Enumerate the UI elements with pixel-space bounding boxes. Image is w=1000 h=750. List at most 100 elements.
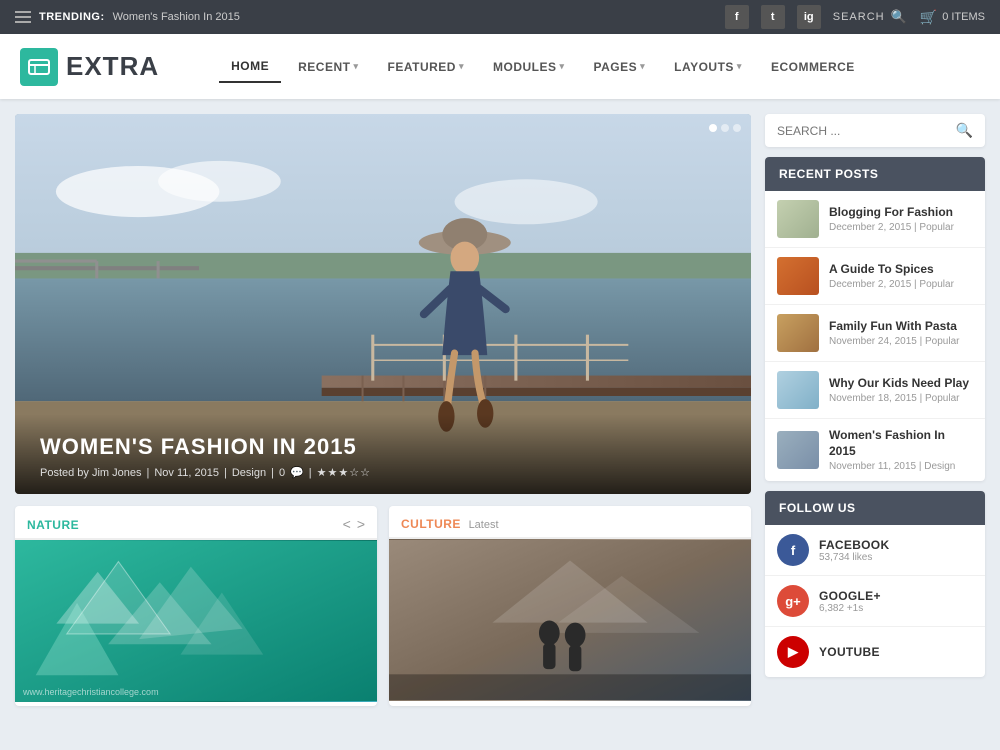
post-title-3: Family Fun With Pasta bbox=[829, 319, 973, 335]
culture-card-header: CULTURE Latest bbox=[389, 506, 751, 539]
nav-featured[interactable]: FEATURED ▾ bbox=[376, 52, 476, 82]
sidebar-search-icon: 🔍 bbox=[956, 122, 973, 139]
hero-posted: Posted by Jim Jones bbox=[40, 467, 142, 479]
post-meta-2: December 2, 2015 | Popular bbox=[829, 279, 973, 290]
culture-card-image: ▶ bbox=[389, 539, 751, 701]
hero-dot-2[interactable] bbox=[721, 124, 729, 132]
recent-posts-section: RECENT POSTS Blogging For Fashion Decemb… bbox=[765, 157, 985, 481]
watermark: www.heritagechristiancollege.com bbox=[23, 687, 159, 697]
logo[interactable]: EXTRA bbox=[20, 48, 159, 86]
facebook-top-icon[interactable]: f bbox=[725, 5, 749, 29]
nav-home[interactable]: HOME bbox=[219, 51, 281, 83]
hero-title: WOMEN'S FASHION IN 2015 bbox=[40, 434, 726, 460]
recent-post-4[interactable]: Why Our Kids Need Play November 18, 2015… bbox=[765, 362, 985, 419]
post-thumb-1 bbox=[777, 200, 819, 238]
youtube-info: YOUTUBE bbox=[819, 645, 880, 659]
content-area: WOMEN'S FASHION IN 2015 Posted by Jim Jo… bbox=[15, 114, 751, 735]
culture-category: CULTURE bbox=[401, 517, 461, 531]
post-thumb-fashion bbox=[777, 200, 819, 238]
post-info-2: A Guide To Spices December 2, 2015 | Pop… bbox=[829, 262, 973, 291]
post-thumb-5 bbox=[777, 431, 819, 469]
nav-modules[interactable]: MODULES ▾ bbox=[481, 52, 577, 82]
post-title-1: Blogging For Fashion bbox=[829, 205, 973, 221]
googleplus-name: GOOGLE+ bbox=[819, 589, 881, 603]
post-title-5: Women's Fashion In 2015 bbox=[829, 428, 973, 459]
post-thumb-spices bbox=[777, 257, 819, 295]
top-bar-right: f t ig SEARCH 🔍 🛒 0 ITEMS bbox=[725, 5, 985, 29]
hero-separator4: | bbox=[309, 467, 312, 479]
sidebar-search-input[interactable] bbox=[777, 124, 950, 138]
follow-googleplus[interactable]: g+ GOOGLE+ 6,382 +1s bbox=[765, 576, 985, 627]
nav-layouts[interactable]: LAYOUTS ▾ bbox=[662, 52, 754, 82]
header: EXTRA HOME RECENT ▾ FEATURED ▾ MODULES ▾… bbox=[0, 34, 1000, 99]
trending-label: TRENDING: bbox=[39, 11, 105, 23]
hero-separator3: | bbox=[271, 467, 274, 479]
follow-facebook[interactable]: f FACEBOOK 53,734 likes bbox=[765, 525, 985, 576]
nature-card: NATURE < > bbox=[15, 506, 377, 706]
twitter-top-icon[interactable]: t bbox=[761, 5, 785, 29]
logo-text: EXTRA bbox=[66, 51, 159, 82]
nature-prev-icon[interactable]: < bbox=[343, 516, 351, 532]
follow-youtube[interactable]: ▶ YOUTUBE bbox=[765, 627, 985, 677]
nature-card-nav[interactable]: < > bbox=[343, 516, 365, 532]
facebook-count: 53,734 likes bbox=[819, 552, 889, 563]
post-meta-5: November 11, 2015 | Design bbox=[829, 461, 973, 472]
recent-post-3[interactable]: Family Fun With Pasta November 24, 2015 … bbox=[765, 305, 985, 362]
hero-separator1: | bbox=[147, 467, 150, 479]
post-title-4: Why Our Kids Need Play bbox=[829, 376, 973, 392]
hero-dot-3[interactable] bbox=[733, 124, 741, 132]
nature-card-image: www.heritagechristiancollege.com bbox=[15, 540, 377, 702]
hero-dots bbox=[709, 124, 741, 132]
hero-meta: Posted by Jim Jones | Nov 11, 2015 | Des… bbox=[40, 466, 726, 479]
cart-label: 0 ITEMS bbox=[942, 11, 985, 23]
nav-pages[interactable]: PAGES ▾ bbox=[582, 52, 658, 82]
post-title-2: A Guide To Spices bbox=[829, 262, 973, 278]
hero-dot-1[interactable] bbox=[709, 124, 717, 132]
nav-recent[interactable]: RECENT ▾ bbox=[286, 52, 370, 82]
follow-header: FOLLOW US bbox=[765, 491, 985, 525]
googleplus-count: 6,382 +1s bbox=[819, 603, 881, 614]
recent-post-2[interactable]: A Guide To Spices December 2, 2015 | Pop… bbox=[765, 248, 985, 305]
main-layout: WOMEN'S FASHION IN 2015 Posted by Jim Jo… bbox=[0, 99, 1000, 750]
trending-text: Women's Fashion In 2015 bbox=[113, 11, 240, 23]
nav-ecommerce[interactable]: ECOMMERCE bbox=[759, 52, 867, 82]
cart-icon: 🛒 bbox=[920, 9, 937, 26]
main-nav: HOME RECENT ▾ FEATURED ▾ MODULES ▾ PAGES… bbox=[219, 51, 867, 83]
post-thumb-4 bbox=[777, 371, 819, 409]
cart-area[interactable]: 🛒 0 ITEMS bbox=[920, 9, 985, 26]
hero-date: Nov 11, 2015 bbox=[154, 467, 219, 479]
post-thumb-2 bbox=[777, 257, 819, 295]
nature-category: NATURE bbox=[27, 518, 79, 532]
nature-next-icon[interactable]: > bbox=[357, 516, 365, 532]
recent-posts-header: RECENT POSTS bbox=[765, 157, 985, 191]
hero-separator2: | bbox=[224, 467, 227, 479]
facebook-name: FACEBOOK bbox=[819, 538, 889, 552]
sidebar: 🔍 RECENT POSTS Blogging For Fashion Dece… bbox=[765, 114, 985, 735]
top-search[interactable]: SEARCH 🔍 bbox=[833, 9, 908, 25]
top-bar-left: TRENDING: Women's Fashion In 2015 bbox=[15, 11, 240, 23]
hero-stars: ★★★☆☆ bbox=[317, 466, 371, 479]
hero-slider: WOMEN'S FASHION IN 2015 Posted by Jim Jo… bbox=[15, 114, 751, 494]
nature-card-header: NATURE < > bbox=[15, 506, 377, 540]
facebook-info: FACEBOOK 53,734 likes bbox=[819, 538, 889, 563]
post-info-3: Family Fun With Pasta November 24, 2015 … bbox=[829, 319, 973, 348]
instagram-top-icon[interactable]: ig bbox=[797, 5, 821, 29]
post-meta-1: December 2, 2015 | Popular bbox=[829, 222, 973, 233]
logo-icon bbox=[20, 48, 58, 86]
search-label: SEARCH bbox=[833, 11, 885, 23]
youtube-name: YOUTUBE bbox=[819, 645, 880, 659]
recent-post-5[interactable]: Women's Fashion In 2015 November 11, 201… bbox=[765, 419, 985, 481]
hero-comments: 0 bbox=[279, 467, 285, 479]
post-meta-3: November 24, 2015 | Popular bbox=[829, 336, 973, 347]
hero-category: Design bbox=[232, 467, 266, 479]
hamburger-menu[interactable] bbox=[15, 11, 31, 23]
post-info-5: Women's Fashion In 2015 November 11, 201… bbox=[829, 428, 973, 472]
recent-post-1[interactable]: Blogging For Fashion December 2, 2015 | … bbox=[765, 191, 985, 248]
culture-card: CULTURE Latest bbox=[389, 506, 751, 706]
cards-row: NATURE < > bbox=[15, 506, 751, 706]
culture-category-area: CULTURE Latest bbox=[401, 516, 499, 531]
googleplus-info: GOOGLE+ 6,382 +1s bbox=[819, 589, 881, 614]
sidebar-search[interactable]: 🔍 bbox=[765, 114, 985, 147]
follow-section: FOLLOW US f FACEBOOK 53,734 likes g+ GOO… bbox=[765, 491, 985, 677]
hero-overlay: WOMEN'S FASHION IN 2015 Posted by Jim Jo… bbox=[15, 414, 751, 494]
